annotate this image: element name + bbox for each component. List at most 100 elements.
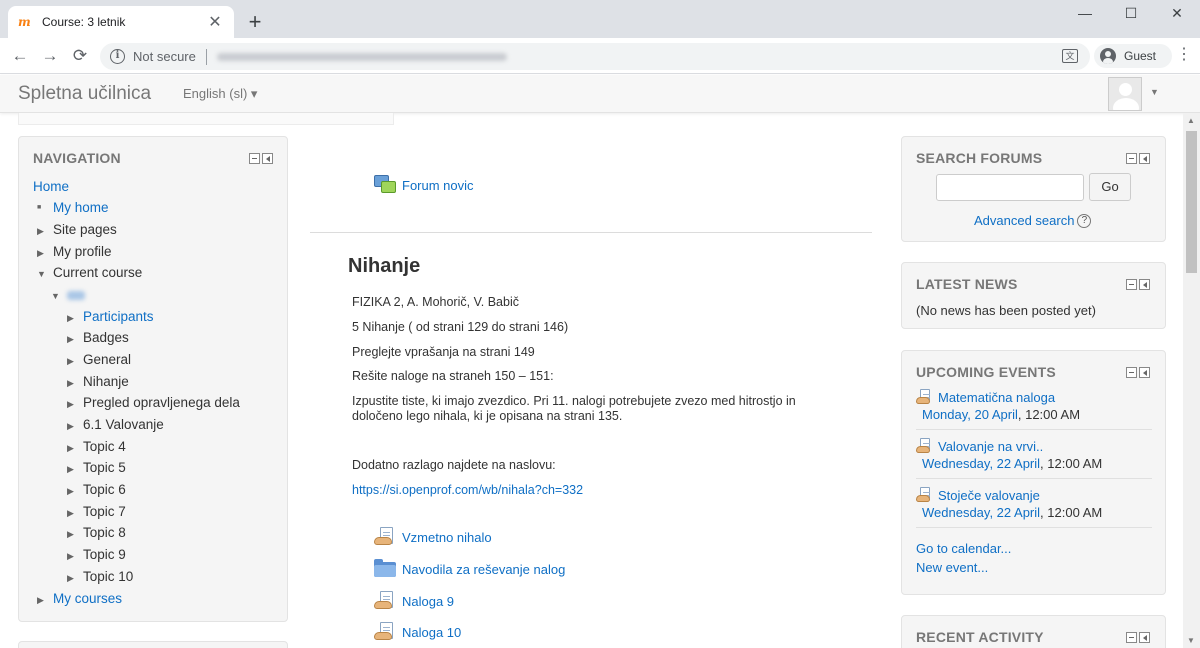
event-date: Wednesday, 22 April, 12:00 AM bbox=[922, 505, 1103, 520]
event-divider bbox=[916, 527, 1152, 528]
back-button[interactable]: ← bbox=[8, 44, 32, 68]
event-link[interactable]: Matematična naloga bbox=[938, 390, 1055, 405]
profile-button[interactable]: Guest bbox=[1094, 44, 1172, 68]
activity-navodila[interactable]: Navodila za reševanje nalog bbox=[374, 559, 565, 579]
new-event-link[interactable]: New event... bbox=[916, 560, 988, 575]
event-link[interactable]: Stoječe valovanje bbox=[938, 488, 1040, 503]
nav-topic-6[interactable]: ▶ Topic 6 bbox=[67, 480, 126, 500]
dock-icon[interactable] bbox=[1139, 632, 1150, 643]
summary-paragraph: Izpustite tiste, ki imajo zvezdico. Pri … bbox=[352, 394, 796, 423]
browser-menu-icon[interactable]: ⋮ bbox=[1176, 44, 1192, 68]
dock-icon[interactable] bbox=[1139, 153, 1150, 164]
upcoming-events-block: UPCOMING EVENTS Matematična naloga Monda… bbox=[901, 350, 1166, 595]
collapse-arrow-icon: ▼ bbox=[37, 269, 46, 279]
latest-news-block: LATEST NEWS (No news has been posted yet… bbox=[901, 262, 1166, 329]
nav-badges[interactable]: ▶ Badges bbox=[67, 328, 129, 348]
dock-icon[interactable] bbox=[1139, 367, 1150, 378]
page-scrollbar[interactable]: ▲ ▼ bbox=[1183, 113, 1200, 648]
block-controls bbox=[249, 153, 273, 164]
collapse-icon[interactable] bbox=[1126, 367, 1137, 378]
nav-general[interactable]: ▶ General bbox=[67, 350, 131, 370]
file-icon bbox=[374, 622, 396, 642]
collapse-icon[interactable] bbox=[249, 153, 260, 164]
block-controls bbox=[1126, 632, 1150, 643]
navigation-block: NAVIGATION Home ■ My home ▶ Site pages ▶ My… bbox=[18, 136, 288, 622]
nav-current-course[interactable]: ▼ Current course bbox=[37, 263, 142, 283]
expand-arrow-icon: ▶ bbox=[37, 248, 44, 258]
summary-url-link[interactable]: https://si.openprof.com/wb/nihala?ch=332 bbox=[352, 483, 583, 497]
nav-my-profile[interactable]: ▶ My profile bbox=[37, 242, 112, 262]
expand-arrow-icon: ▶ bbox=[67, 334, 74, 344]
nav-my-courses[interactable]: ▶ My courses bbox=[37, 589, 122, 609]
browser-tab[interactable]: m Course: 3 letnik ✕ bbox=[8, 6, 234, 38]
expand-arrow-icon: ▶ bbox=[67, 464, 74, 474]
nav-participants[interactable]: ▶ Participants bbox=[67, 307, 154, 327]
forward-button[interactable]: → bbox=[38, 44, 62, 68]
tab-close-icon[interactable]: ✕ bbox=[206, 12, 224, 32]
expand-arrow-icon: ▶ bbox=[67, 378, 74, 388]
info-icon[interactable]: i bbox=[110, 49, 125, 64]
expand-arrow-icon: ▶ bbox=[67, 508, 74, 518]
block-controls bbox=[1126, 153, 1150, 164]
scroll-down-icon[interactable]: ▼ bbox=[1187, 636, 1195, 645]
site-brand[interactable]: Spletna učilnica bbox=[18, 83, 151, 105]
expand-arrow-icon: ▶ bbox=[37, 226, 44, 236]
user-menu-caret-icon[interactable]: ▼ bbox=[1150, 87, 1159, 97]
nav-nihanje[interactable]: ▶ Nihanje bbox=[67, 372, 129, 392]
maximize-button[interactable]: ☐ bbox=[1108, 0, 1154, 26]
no-news-text: (No news has been posted yet) bbox=[916, 303, 1096, 318]
window-close-button[interactable]: ✕ bbox=[1154, 0, 1200, 26]
nav-site-pages[interactable]: ▶ Site pages bbox=[37, 220, 117, 240]
minimize-button[interactable]: — bbox=[1062, 0, 1108, 26]
forum-link[interactable]: Forum novic bbox=[402, 178, 474, 193]
nav-topic-4[interactable]: ▶ Topic 4 bbox=[67, 437, 126, 457]
nav-home[interactable]: Home bbox=[33, 177, 69, 197]
forum-search-input[interactable] bbox=[936, 174, 1084, 201]
go-button[interactable]: Go bbox=[1089, 173, 1131, 201]
nav-pregled[interactable]: ▶ Pregled opravljenega dela bbox=[67, 393, 240, 413]
nav-course-redacted[interactable]: ▼ bbox=[51, 285, 85, 305]
nav-topic-5[interactable]: ▶ Topic 5 bbox=[67, 458, 126, 478]
user-avatar[interactable] bbox=[1108, 77, 1142, 111]
event-link[interactable]: Valovanje na vrvi.. bbox=[938, 439, 1043, 454]
nav-my-home[interactable]: ■ My home bbox=[37, 198, 109, 218]
expand-arrow-icon: ▶ bbox=[67, 443, 74, 453]
nav-topic-10[interactable]: ▶ Topic 10 bbox=[67, 567, 133, 587]
url-text-redacted bbox=[216, 52, 507, 61]
file-icon bbox=[374, 527, 396, 547]
new-tab-button[interactable]: + bbox=[244, 10, 266, 34]
reload-button[interactable]: ⟳ bbox=[68, 44, 92, 68]
forum-icon bbox=[374, 175, 396, 195]
help-icon[interactable]: ? bbox=[1077, 213, 1092, 228]
event-date: Monday, 20 April, 12:00 AM bbox=[922, 407, 1081, 422]
collapse-icon[interactable] bbox=[1126, 632, 1137, 643]
expand-arrow-icon: ▶ bbox=[37, 595, 44, 605]
nav-valovanje[interactable]: ▶ 6.1 Valovanje bbox=[67, 415, 164, 435]
forum-activity[interactable]: Forum novic bbox=[374, 175, 474, 195]
go-to-calendar-link[interactable]: Go to calendar... bbox=[916, 541, 1011, 556]
nav-topic-8[interactable]: ▶ Topic 8 bbox=[67, 523, 126, 543]
dock-icon[interactable] bbox=[1139, 279, 1150, 290]
event-date: Wednesday, 22 April, 12:00 AM bbox=[922, 456, 1103, 471]
recent-activity-block: RECENT ACTIVITY bbox=[901, 615, 1166, 648]
scroll-thumb[interactable] bbox=[1186, 131, 1197, 273]
address-bar[interactable]: i Not secure 文 bbox=[100, 43, 1090, 70]
expand-arrow-icon: ▶ bbox=[67, 313, 74, 323]
window-controls: — ☐ ✕ bbox=[1062, 0, 1200, 26]
scroll-up-icon[interactable]: ▲ bbox=[1187, 116, 1195, 125]
header-fade bbox=[18, 113, 394, 125]
activity-naloga-9[interactable]: Naloga 9 bbox=[374, 591, 454, 611]
nav-topic-7[interactable]: ▶ Topic 7 bbox=[67, 502, 126, 522]
dock-icon[interactable] bbox=[262, 153, 273, 164]
advanced-search-link[interactable]: Advanced search ? bbox=[974, 213, 1092, 228]
event-item: Matematična naloga Monday, 20 April, 12:… bbox=[916, 388, 1152, 424]
translate-icon[interactable]: 文 bbox=[1062, 49, 1078, 63]
section-title: Nihanje bbox=[348, 255, 421, 277]
collapse-icon[interactable] bbox=[1126, 153, 1137, 164]
activity-naloga-10[interactable]: Naloga 10 bbox=[374, 622, 461, 642]
language-menu[interactable]: English (sl) ▾ bbox=[183, 86, 257, 102]
collapse-icon[interactable] bbox=[1126, 279, 1137, 290]
activity-vzmetno-nihalo[interactable]: Vzmetno nihalo bbox=[374, 527, 492, 547]
summary-line-4: Rešite naloge na straneh 150 – 151: bbox=[352, 369, 554, 383]
nav-topic-9[interactable]: ▶ Topic 9 bbox=[67, 545, 126, 565]
